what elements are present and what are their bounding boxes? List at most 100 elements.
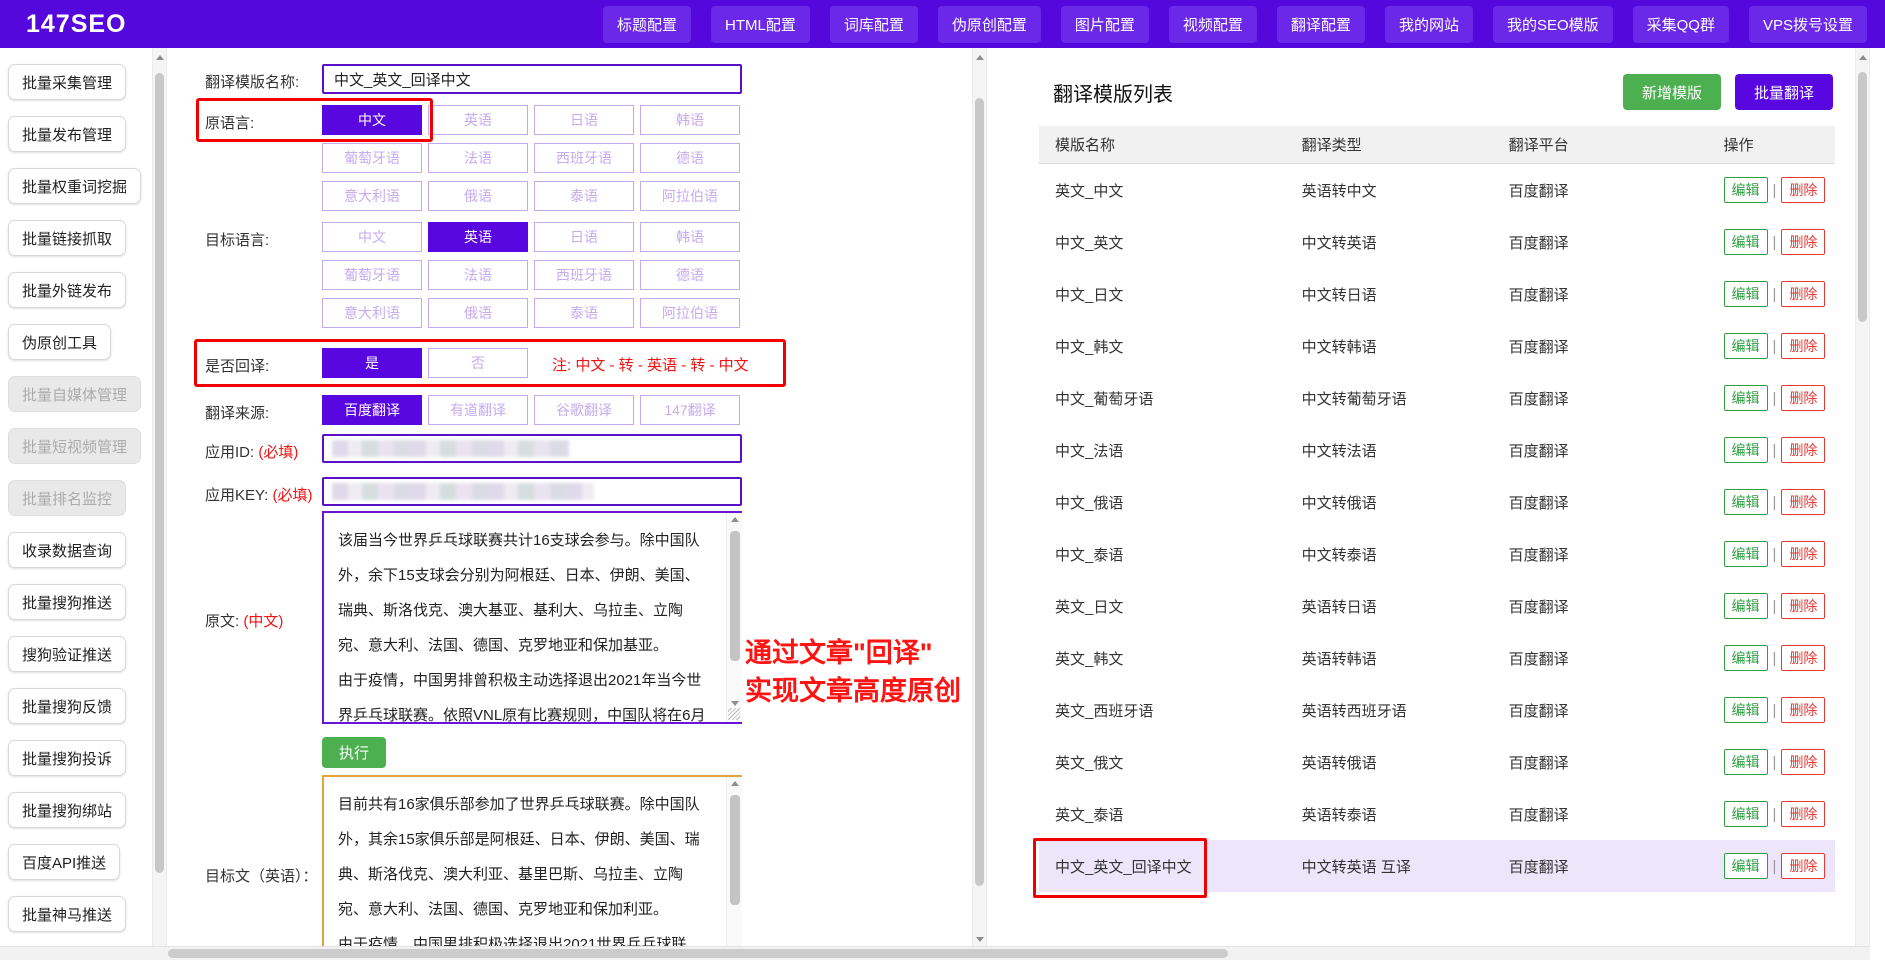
delete-button[interactable]: 删除 <box>1781 749 1825 775</box>
nav-item-VPS拨号设置[interactable]: VPS拨号设置 <box>1749 6 1867 43</box>
target-lang-意大利语[interactable]: 意大利语 <box>322 298 422 328</box>
source-lang-日语[interactable]: 日语 <box>534 105 634 135</box>
edit-button[interactable]: 编辑 <box>1724 593 1768 619</box>
sidebar-item-批量神马推送[interactable]: 批量神马推送 <box>8 896 126 932</box>
page-scrollbar[interactable] <box>1855 48 1870 960</box>
sidebar-item-批量搜狗推送[interactable]: 批量搜狗推送 <box>8 584 126 620</box>
add-template-button[interactable]: 新增模版 <box>1623 74 1721 110</box>
source-lang-葡萄牙语[interactable]: 葡萄牙语 <box>322 143 422 173</box>
back-translate-是[interactable]: 是 <box>322 348 422 378</box>
edit-button[interactable]: 编辑 <box>1724 489 1768 515</box>
source-lang-德语[interactable]: 德语 <box>640 143 740 173</box>
scrollbar-thumb[interactable] <box>730 531 740 661</box>
sidebar-item-批量外链发布[interactable]: 批量外链发布 <box>8 272 126 308</box>
scroll-up-icon[interactable] <box>1859 55 1867 60</box>
edit-button[interactable]: 编辑 <box>1724 749 1768 775</box>
sidebar-item-伪原创工具[interactable]: 伪原创工具 <box>8 324 111 360</box>
sidebar-item-收录数据查询[interactable]: 收录数据查询 <box>8 532 126 568</box>
target-lang-西班牙语[interactable]: 西班牙语 <box>534 260 634 290</box>
target-lang-英语[interactable]: 英语 <box>428 222 528 252</box>
edit-button[interactable]: 编辑 <box>1724 853 1768 879</box>
source-lang-韩语[interactable]: 韩语 <box>640 105 740 135</box>
scroll-up-icon[interactable] <box>156 55 164 60</box>
delete-button[interactable]: 删除 <box>1781 437 1825 463</box>
target-lang-俄语[interactable]: 俄语 <box>428 298 528 328</box>
delete-button[interactable]: 删除 <box>1781 229 1825 255</box>
nav-item-HTML配置[interactable]: HTML配置 <box>711 6 810 43</box>
scrollbar-thumb[interactable] <box>155 73 164 873</box>
target-lang-阿拉伯语[interactable]: 阿拉伯语 <box>640 298 740 328</box>
nav-item-词库配置[interactable]: 词库配置 <box>830 6 918 43</box>
edit-button[interactable]: 编辑 <box>1724 229 1768 255</box>
source-lang-俄语[interactable]: 俄语 <box>428 181 528 211</box>
nav-item-我的SEO模版[interactable]: 我的SEO模版 <box>1493 6 1613 43</box>
platform-有道翻译[interactable]: 有道翻译 <box>428 395 528 425</box>
delete-button[interactable]: 删除 <box>1781 853 1825 879</box>
target-textarea[interactable]: 目前共有16家俱乐部参加了世界乒乓球联赛。除中国队外，其余15家俱乐部是阿根廷、… <box>322 775 742 960</box>
source-lang-法语[interactable]: 法语 <box>428 143 528 173</box>
scroll-up-icon[interactable] <box>976 55 984 60</box>
horizontal-scrollbar[interactable] <box>0 946 1870 960</box>
batch-translate-button[interactable]: 批量翻译 <box>1735 74 1833 110</box>
nav-item-采集QQ群[interactable]: 采集QQ群 <box>1633 6 1729 43</box>
source-lang-西班牙语[interactable]: 西班牙语 <box>534 143 634 173</box>
delete-button[interactable]: 删除 <box>1781 541 1825 567</box>
scroll-up-icon[interactable] <box>731 781 739 786</box>
source-lang-阿拉伯语[interactable]: 阿拉伯语 <box>640 181 740 211</box>
sidebar-scrollbar[interactable] <box>152 48 167 960</box>
source-lang-意大利语[interactable]: 意大利语 <box>322 181 422 211</box>
edit-button[interactable]: 编辑 <box>1724 801 1768 827</box>
nav-item-视频配置[interactable]: 视频配置 <box>1169 6 1257 43</box>
scrollbar-thumb[interactable] <box>975 98 984 886</box>
nav-item-图片配置[interactable]: 图片配置 <box>1061 6 1149 43</box>
sidebar-item-批量权重词挖掘[interactable]: 批量权重词挖掘 <box>8 168 141 204</box>
delete-button[interactable]: 删除 <box>1781 385 1825 411</box>
edit-button[interactable]: 编辑 <box>1724 333 1768 359</box>
edit-button[interactable]: 编辑 <box>1724 437 1768 463</box>
sidebar-item-百度API推送[interactable]: 百度API推送 <box>8 844 120 880</box>
edit-button[interactable]: 编辑 <box>1724 645 1768 671</box>
platform-百度翻译[interactable]: 百度翻译 <box>322 395 422 425</box>
target-lang-泰语[interactable]: 泰语 <box>534 298 634 328</box>
delete-button[interactable]: 删除 <box>1781 801 1825 827</box>
resize-handle-icon[interactable] <box>728 708 740 720</box>
scroll-down-icon[interactable] <box>976 937 984 942</box>
target-lang-德语[interactable]: 德语 <box>640 260 740 290</box>
source-lang-英语[interactable]: 英语 <box>428 105 528 135</box>
source-lang-泰语[interactable]: 泰语 <box>534 181 634 211</box>
scrollbar-thumb[interactable] <box>1858 72 1867 322</box>
app-key-input[interactable] <box>322 477 742 506</box>
delete-button[interactable]: 删除 <box>1781 645 1825 671</box>
edit-button[interactable]: 编辑 <box>1724 177 1768 203</box>
app-id-input[interactable] <box>322 434 742 463</box>
source-lang-中文[interactable]: 中文 <box>322 105 422 135</box>
edit-button[interactable]: 编辑 <box>1724 385 1768 411</box>
sidebar-item-批量发布管理[interactable]: 批量发布管理 <box>8 116 126 152</box>
sidebar-item-搜狗验证推送[interactable]: 搜狗验证推送 <box>8 636 126 672</box>
nav-item-伪原创配置[interactable]: 伪原创配置 <box>938 6 1041 43</box>
sidebar-item-批量搜狗投诉[interactable]: 批量搜狗投诉 <box>8 740 126 776</box>
platform-147翻译[interactable]: 147翻译 <box>640 395 740 425</box>
target-lang-葡萄牙语[interactable]: 葡萄牙语 <box>322 260 422 290</box>
scroll-up-icon[interactable] <box>731 517 739 522</box>
nav-item-我的网站[interactable]: 我的网站 <box>1385 6 1473 43</box>
target-lang-韩语[interactable]: 韩语 <box>640 222 740 252</box>
target-lang-中文[interactable]: 中文 <box>322 222 422 252</box>
nav-item-标题配置[interactable]: 标题配置 <box>603 6 691 43</box>
edit-button[interactable]: 编辑 <box>1724 281 1768 307</box>
edit-button[interactable]: 编辑 <box>1724 541 1768 567</box>
delete-button[interactable]: 删除 <box>1781 593 1825 619</box>
platform-谷歌翻译[interactable]: 谷歌翻译 <box>534 395 634 425</box>
target-lang-日语[interactable]: 日语 <box>534 222 634 252</box>
delete-button[interactable]: 删除 <box>1781 333 1825 359</box>
edit-button[interactable]: 编辑 <box>1724 697 1768 723</box>
delete-button[interactable]: 删除 <box>1781 489 1825 515</box>
target-textarea-scrollbar[interactable] <box>726 777 742 959</box>
delete-button[interactable]: 删除 <box>1781 281 1825 307</box>
sidebar-item-批量采集管理[interactable]: 批量采集管理 <box>8 64 126 100</box>
form-panel-scrollbar[interactable] <box>972 48 987 960</box>
scroll-down-icon[interactable] <box>731 701 739 706</box>
scrollbar-thumb[interactable] <box>730 795 740 905</box>
back-translate-否[interactable]: 否 <box>428 348 528 378</box>
scrollbar-thumb[interactable] <box>168 949 1228 958</box>
